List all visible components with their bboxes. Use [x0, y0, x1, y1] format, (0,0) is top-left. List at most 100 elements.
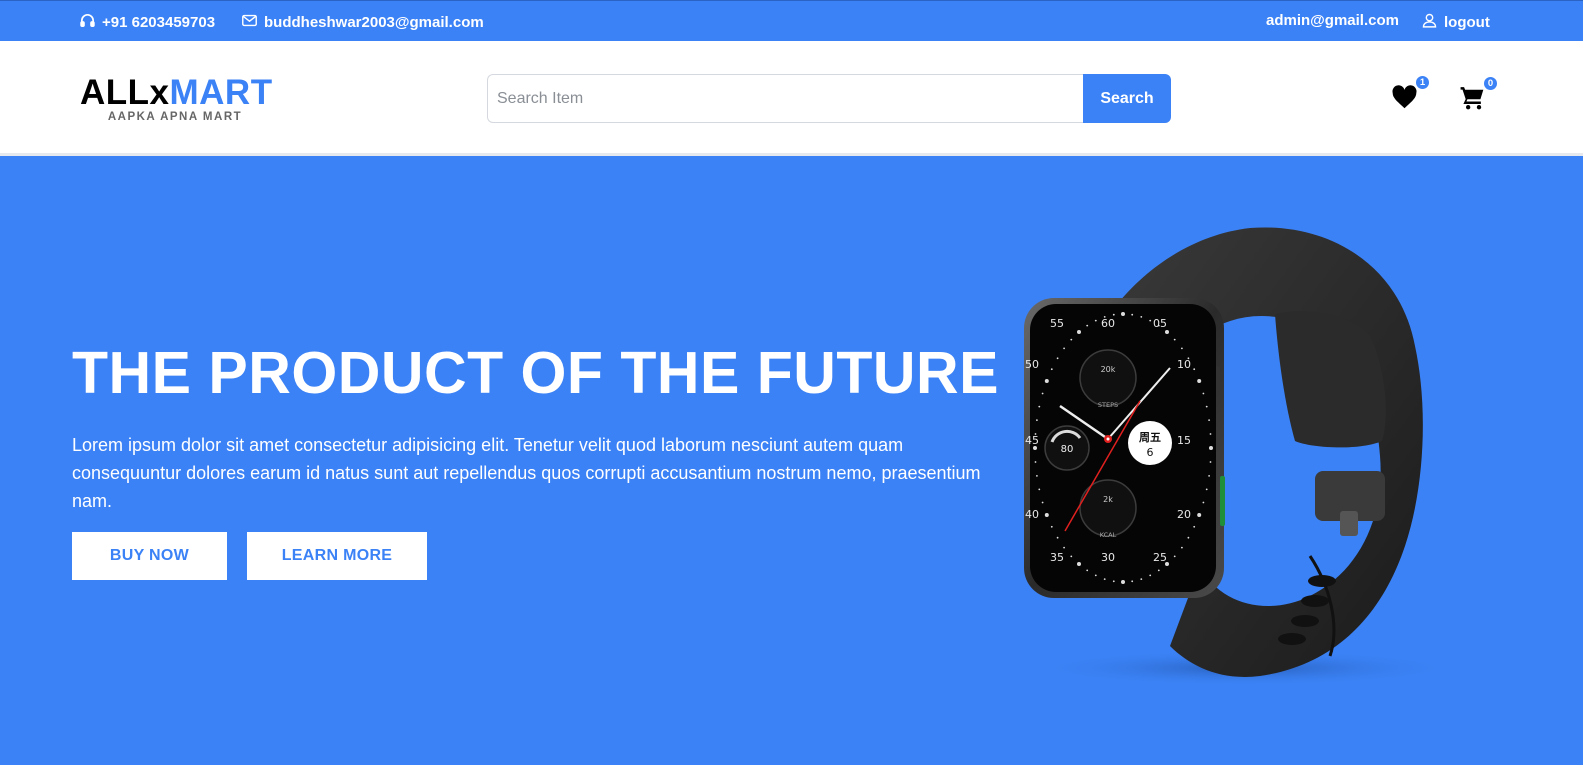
kcal-value: 2k — [1103, 495, 1113, 504]
watch-tick — [1131, 580, 1134, 583]
watch-tick — [1038, 488, 1041, 491]
watch-tick — [1070, 338, 1073, 341]
search-input[interactable] — [487, 74, 1083, 123]
watch-tick — [1034, 461, 1037, 463]
logout-link[interactable]: logout — [1421, 12, 1490, 33]
watch-tick — [1038, 405, 1041, 408]
kcal-label: KCAL — [1100, 531, 1117, 539]
watch-tick — [1149, 574, 1152, 577]
date-label: 6 — [1147, 446, 1154, 459]
watch-tick — [1041, 392, 1044, 395]
watch-tick — [1044, 513, 1049, 517]
watch-tick — [1086, 569, 1089, 572]
hero-banner: THE PRODUCT OF THE FUTURE Lorem ipsum do… — [0, 156, 1583, 765]
watch-tick — [1209, 433, 1212, 435]
watch-tick — [1202, 392, 1205, 395]
search-form: Search — [487, 74, 1171, 123]
watch-tick — [1086, 324, 1089, 327]
watch-face-number: 05 — [1153, 317, 1167, 330]
smartwatch-image: 55 60 05 10 15 20 25 30 35 40 45 50 20k STEPS 2k KC… — [1010, 226, 1460, 696]
watch-tick — [1041, 501, 1044, 504]
watch-face-number: 45 — [1025, 434, 1039, 447]
watch-tick — [1187, 536, 1190, 539]
watch-tick — [1063, 546, 1065, 549]
battery-value: 80 — [1061, 444, 1074, 455]
user-email[interactable]: admin@gmail.com — [1266, 12, 1399, 29]
cart-button[interactable]: 0 — [1459, 76, 1498, 115]
site-logo[interactable]: ALLxMART AAPKA APNA MART — [80, 74, 273, 124]
watch-tick — [1173, 338, 1176, 341]
mail-icon — [241, 12, 258, 33]
watch-tick — [1205, 405, 1208, 408]
steps-value: 20k — [1101, 365, 1116, 374]
watch-tick — [1063, 347, 1065, 350]
phone-contact[interactable]: +91 6203459703 — [79, 12, 215, 33]
watch-face-number: 30 — [1101, 551, 1115, 564]
watch-tick — [1149, 319, 1152, 322]
watch-tick — [1112, 313, 1115, 316]
user-icon — [1421, 12, 1438, 33]
watch-face-number: 55 — [1050, 317, 1064, 330]
watch-tick — [1094, 574, 1097, 577]
watch-tick — [1112, 580, 1115, 583]
watch-tick — [1209, 461, 1212, 463]
contact-email: buddheshwar2003@gmail.com — [264, 14, 484, 31]
search-button[interactable]: Search — [1083, 74, 1171, 123]
watch-face-number: 50 — [1025, 358, 1039, 371]
watch-tick — [1197, 379, 1202, 383]
watch-tick — [1036, 475, 1038, 477]
watch-tick — [1202, 501, 1205, 504]
watch-tick — [1193, 525, 1196, 528]
watch-face-number: 15 — [1177, 434, 1191, 447]
watch-tick — [1077, 330, 1081, 334]
watch-tick — [1121, 580, 1125, 584]
hero-description: Lorem ipsum dolor sit amet consectetur a… — [72, 435, 981, 511]
watch-tick — [1140, 578, 1143, 580]
watch-tick — [1165, 330, 1169, 334]
top-bar: +91 6203459703 buddheshwar2003@gmail.com… — [0, 0, 1583, 41]
cart-icon — [1459, 87, 1486, 115]
wishlist-button[interactable]: 1 — [1391, 75, 1430, 115]
logout-label: logout — [1444, 14, 1490, 31]
watch-tick — [1208, 419, 1210, 421]
headphones-icon — [79, 12, 96, 33]
watch-tick — [1094, 319, 1097, 322]
hero-title: THE PRODUCT OF THE FUTURE — [72, 340, 999, 406]
learn-more-button[interactable]: LEARN MORE — [247, 532, 427, 580]
logo-text: ALLxMART — [80, 74, 273, 112]
watch-tick — [1070, 555, 1073, 558]
watch-tick — [1205, 488, 1208, 491]
watch-tick — [1181, 347, 1183, 350]
day-label: 周五 — [1139, 431, 1161, 444]
watch-tick — [1157, 569, 1160, 572]
watch-tick — [1140, 316, 1143, 318]
wishlist-count-badge: 1 — [1415, 75, 1430, 90]
email-contact[interactable]: buddheshwar2003@gmail.com — [241, 12, 484, 33]
watch-tick — [1103, 578, 1106, 580]
phone-number: +91 6203459703 — [102, 14, 216, 31]
watch-tick — [1050, 368, 1053, 371]
watch-face-number: 40 — [1025, 508, 1039, 521]
watch-tick — [1044, 379, 1049, 383]
watch-face-number: 20 — [1177, 508, 1191, 521]
logo-part-1: ALLx — [80, 73, 170, 112]
cart-count-badge: 0 — [1483, 76, 1498, 91]
watch-face-number: 10 — [1177, 358, 1191, 371]
watch-tick — [1181, 546, 1183, 549]
buy-now-button[interactable]: BUY NOW — [72, 532, 227, 580]
watch-tick — [1173, 555, 1176, 558]
main-header: ALLxMART AAPKA APNA MART Search 1 0 — [0, 41, 1583, 156]
watch-tick — [1050, 525, 1053, 528]
logo-tagline: AAPKA APNA MART — [107, 111, 243, 123]
watch-tick — [1036, 419, 1038, 421]
watch-face-number: 25 — [1153, 551, 1167, 564]
watch-tick — [1121, 312, 1125, 316]
logo-part-2: MART — [169, 73, 273, 112]
watch-tick — [1208, 475, 1210, 477]
steps-label: STEPS — [1098, 401, 1118, 409]
watch-face-number: 60 — [1101, 317, 1115, 330]
heart-icon — [1391, 85, 1418, 115]
watch-tick — [1209, 446, 1213, 450]
watch-tick — [1056, 357, 1059, 360]
watch-tick — [1193, 368, 1196, 371]
